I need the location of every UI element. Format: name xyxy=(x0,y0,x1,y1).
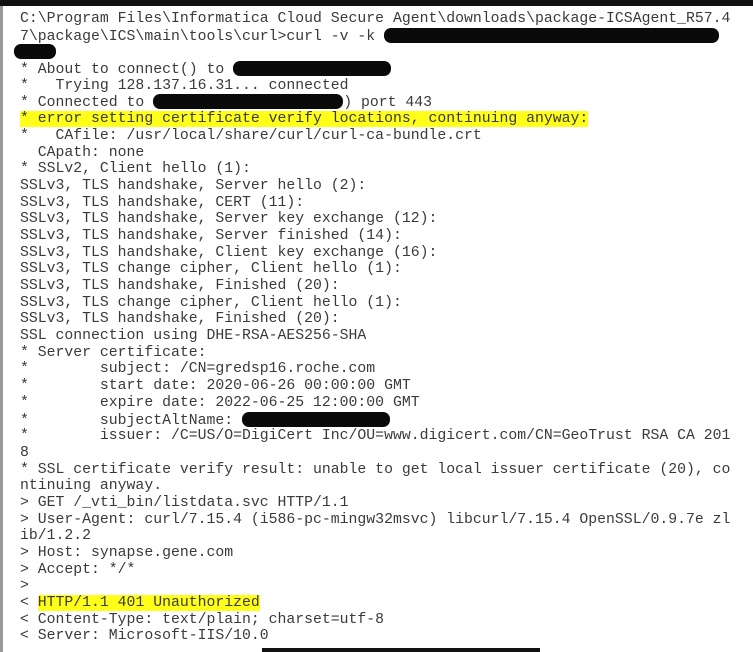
terminal-text: > Accept: */* xyxy=(20,561,136,578)
highlighted-text: HTTP/1.1 401 Unauthorized xyxy=(37,595,260,612)
terminal-text: SSL connection using DHE-RSA-AES256-SHA xyxy=(20,328,367,345)
window-left-border xyxy=(0,6,3,652)
terminal-line: SSLv3, TLS handshake, Server hello (2): xyxy=(20,178,730,195)
terminal-line: > Accept: */* xyxy=(20,562,730,579)
terminal-line: < HTTP/1.1 401 Unauthorized xyxy=(20,595,730,612)
window-top-bar xyxy=(0,0,753,6)
terminal-text: ib/1.2.2 xyxy=(20,528,92,545)
terminal-text: SSLv3, TLS handshake, Finished (20): xyxy=(20,278,340,294)
terminal-line xyxy=(14,44,730,61)
terminal-line: SSLv3, TLS handshake, CERT (11): xyxy=(20,195,730,212)
terminal-line: SSL connection using DHE-RSA-AES256-SHA xyxy=(20,328,730,345)
redacted-text xyxy=(233,61,392,77)
redacted-text xyxy=(153,94,344,110)
terminal-line: * CAfile: /usr/local/share/curl/curl-ca-… xyxy=(20,128,730,145)
terminal-line: * Server certificate: xyxy=(20,345,730,362)
terminal-text: * subjectAltName: xyxy=(20,412,242,429)
terminal-line: SSLv3, TLS handshake, Client key exchang… xyxy=(20,245,730,262)
terminal-line: * subject: /CN=gredsp16.roche.com xyxy=(20,361,730,378)
terminal-text: * About to connect() to xyxy=(20,62,234,79)
terminal-line: * SSLv2, Client hello (1): xyxy=(20,161,730,178)
terminal-line: * error setting certificate verify locat… xyxy=(20,111,730,128)
terminal-text: SSLv3, TLS handshake, Server hello (2): xyxy=(20,177,367,194)
terminal-text: * SSLv2, Client hello (1): xyxy=(20,161,251,178)
terminal-text: ) port 443 xyxy=(343,95,432,112)
redacted-text xyxy=(14,44,56,60)
terminal-text: SSLv3, TLS handshake, Finished (20): xyxy=(20,311,340,328)
terminal-line: 7\package\ICS\main\tools\curl>curl -v -k xyxy=(20,27,730,45)
terminal-text: > xyxy=(20,578,29,595)
terminal-text: SSLv3, TLS change cipher, Client hello (… xyxy=(20,261,402,278)
terminal-text: * Trying 128.137.16.31... connected xyxy=(20,77,349,94)
terminal-text: SSLv3, TLS handshake, Server key exchang… xyxy=(20,211,438,228)
terminal-text: C:\Program Files\Informatica Cloud Secur… xyxy=(20,11,731,27)
terminal-text: * CAfile: /usr/local/share/curl/curl-ca-… xyxy=(20,127,482,144)
terminal-text: 8 xyxy=(20,444,29,461)
terminal-text: SSLv3, TLS change cipher, Client hello (… xyxy=(20,294,402,311)
terminal-line: > Host: synapse.gene.com xyxy=(20,545,730,562)
terminal-text: < Content-Type: text/plain; charset=utf-… xyxy=(20,611,385,628)
terminal-line: * subjectAltName: xyxy=(20,411,730,429)
terminal-text: > Host: synapse.gene.com xyxy=(20,545,234,561)
terminal-line: SSLv3, TLS handshake, Finished (20): xyxy=(20,278,730,295)
terminal-output: C:\Program Files\Informatica Cloud Secur… xyxy=(14,11,730,645)
terminal-line: 8 xyxy=(20,445,730,462)
terminal-text: * SSL certificate verify result: unable … xyxy=(20,461,731,478)
terminal-text: * Server certificate: xyxy=(20,344,207,361)
terminal-text: > GET /_vti_bin/listdata.svc HTTP/1.1 xyxy=(20,494,349,511)
terminal-line: * Trying 128.137.16.31... connected xyxy=(20,78,730,95)
terminal-line: SSLv3, TLS handshake, Server key exchang… xyxy=(20,211,730,228)
terminal-text: > User-Agent: curl/7.15.4 (i586-pc-mingw… xyxy=(20,511,731,528)
terminal-line: ntinuing anyway. xyxy=(20,478,730,495)
terminal-text: SSLv3, TLS handshake, CERT (11): xyxy=(20,194,305,211)
terminal-text: < Server: Microsoft-IIS/10.0 xyxy=(20,628,269,645)
redaction-mark xyxy=(262,648,540,652)
terminal-line: C:\Program Files\Informatica Cloud Secur… xyxy=(20,11,730,28)
terminal-line: SSLv3, TLS change cipher, Client hello (… xyxy=(20,261,730,278)
terminal-text: ntinuing anyway. xyxy=(20,478,163,495)
highlighted-text: * error setting certificate verify locat… xyxy=(20,111,589,128)
terminal-line: * SSL certificate verify result: unable … xyxy=(20,462,730,479)
terminal-text: SSLv3, TLS handshake, Client key exchang… xyxy=(20,244,438,261)
terminal-line: * About to connect() to xyxy=(20,61,730,78)
terminal-line: SSLv3, TLS handshake, Finished (20): xyxy=(20,311,730,328)
terminal-line: > User-Agent: curl/7.15.4 (i586-pc-mingw… xyxy=(20,512,730,529)
redacted-text xyxy=(242,411,390,427)
terminal-line: * issuer: /C=US/O=DigiCert Inc/OU=www.di… xyxy=(20,428,730,445)
terminal-line: < Server: Microsoft-IIS/10.0 xyxy=(20,628,730,645)
terminal-text: 7\package\ICS\main\tools\curl>curl -v -k xyxy=(20,28,385,45)
terminal-text: * subject: /CN=gredsp16.roche.com xyxy=(20,361,376,378)
terminal-line: * start date: 2020-06-26 00:00:00 GMT xyxy=(20,378,730,395)
terminal-line: SSLv3, TLS change cipher, Client hello (… xyxy=(20,295,730,312)
terminal-line: > xyxy=(20,578,730,595)
terminal-text: < xyxy=(20,595,38,612)
terminal-line: * Connected to ) port 443 xyxy=(20,94,730,111)
redacted-text xyxy=(384,27,720,43)
terminal-line: CApath: none xyxy=(20,145,730,162)
terminal-line: < Content-Type: text/plain; charset=utf-… xyxy=(20,612,730,629)
terminal-text: * expire date: 2022-06-25 12:00:00 GMT xyxy=(20,394,420,411)
terminal-text: * Connected to xyxy=(20,95,154,112)
terminal-line: * expire date: 2022-06-25 12:00:00 GMT xyxy=(20,395,730,412)
terminal-text: * issuer: /C=US/O=DigiCert Inc/OU=www.di… xyxy=(20,428,731,445)
terminal-text: CApath: none xyxy=(20,144,145,161)
terminal-line: SSLv3, TLS handshake, Server finished (1… xyxy=(20,228,730,245)
terminal-text: * start date: 2020-06-26 00:00:00 GMT xyxy=(20,378,411,395)
terminal-line: > GET /_vti_bin/listdata.svc HTTP/1.1 xyxy=(20,495,730,512)
terminal-line: ib/1.2.2 xyxy=(20,528,730,545)
terminal-text: SSLv3, TLS handshake, Server finished (1… xyxy=(20,227,402,244)
